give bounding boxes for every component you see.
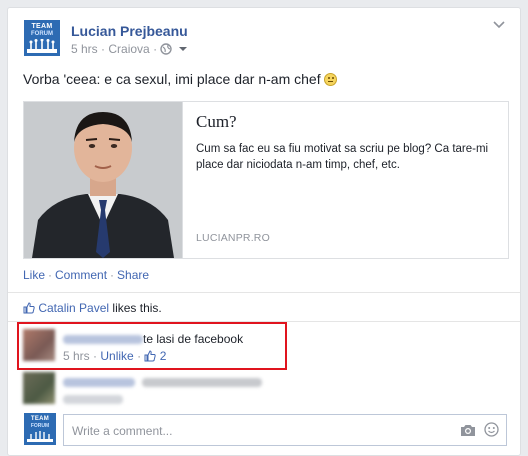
audience-dropdown-icon[interactable] <box>178 44 188 54</box>
link-preview[interactable]: Cum? Cum sa fac eu sa fiu motivat sa scr… <box>23 101 509 259</box>
post-text: Vorba 'ceea: e ca sexul, imi place dar n… <box>23 71 321 87</box>
link-title[interactable]: Cum? <box>196 112 237 132</box>
forum-logo-icon <box>27 431 53 442</box>
chevron-down-icon[interactable] <box>492 18 506 32</box>
post-body: Vorba 'ceea: e ca sexul, imi place dar n… <box>23 71 337 87</box>
divider <box>8 292 520 293</box>
post-location[interactable]: Craiova <box>108 42 149 56</box>
post-card: TEAM FORUM Lucian Prejbeanu 5 hrs · Crai… <box>7 7 521 456</box>
commenter-name-blurred[interactable] <box>63 378 135 388</box>
liker-name[interactable]: Catalin Pavel <box>38 301 109 315</box>
commenter-avatar[interactable] <box>23 372 55 404</box>
author-name[interactable]: Lucian Prejbeanu <box>71 23 188 39</box>
meta-separator: · <box>153 42 158 56</box>
globe-icon <box>160 43 173 55</box>
meta-separator: · <box>101 42 106 56</box>
link-description: Cum sa fac eu sa fiu motivat sa scriu pe… <box>196 143 489 171</box>
post-time[interactable]: 5 hrs <box>71 42 98 56</box>
post-actions: Like · Comment · Share <box>23 268 149 282</box>
actions-separator: · <box>110 268 115 282</box>
comment-input-placeholder: Write a comment... <box>72 424 173 438</box>
comment-meta <box>63 392 123 406</box>
likes-suffix: likes this. <box>112 301 162 315</box>
emoji-icon[interactable] <box>484 422 499 437</box>
my-avatar[interactable]: TEAM FORUM <box>24 413 56 445</box>
forum-logo-icon <box>27 39 57 53</box>
thumbs-up-icon <box>23 302 35 314</box>
camera-icon[interactable] <box>460 423 476 437</box>
link-domain: LUCIANPR.RO <box>196 232 270 244</box>
author-avatar[interactable]: TEAM FORUM <box>24 20 60 56</box>
link-preview-image[interactable] <box>24 102 183 258</box>
post-meta: 5 hrs · Craiova · <box>71 42 188 56</box>
like-button[interactable]: Like <box>23 268 45 282</box>
actions-separator: · <box>48 268 53 282</box>
comment-button[interactable]: Comment <box>55 268 107 282</box>
share-button[interactable]: Share <box>117 268 149 282</box>
comment-body-blurred <box>63 375 263 389</box>
avatar-logo-text: TEAM <box>31 23 53 30</box>
comment-meta-blurred <box>63 395 123 405</box>
avatar-logo-text: TEAM <box>30 416 50 422</box>
comment-input[interactable]: Write a comment... <box>63 414 507 446</box>
avatar-logo-subtext: FORUM <box>31 31 53 37</box>
comment-text-blurred <box>142 378 263 388</box>
avatar-logo-subtext: FORUM <box>30 423 50 429</box>
likes-summary: Catalin Pavel likes this. <box>23 301 162 315</box>
smiley-emoji-icon <box>323 73 337 86</box>
highlight-box <box>17 322 287 370</box>
person-photo-icon <box>24 102 182 258</box>
